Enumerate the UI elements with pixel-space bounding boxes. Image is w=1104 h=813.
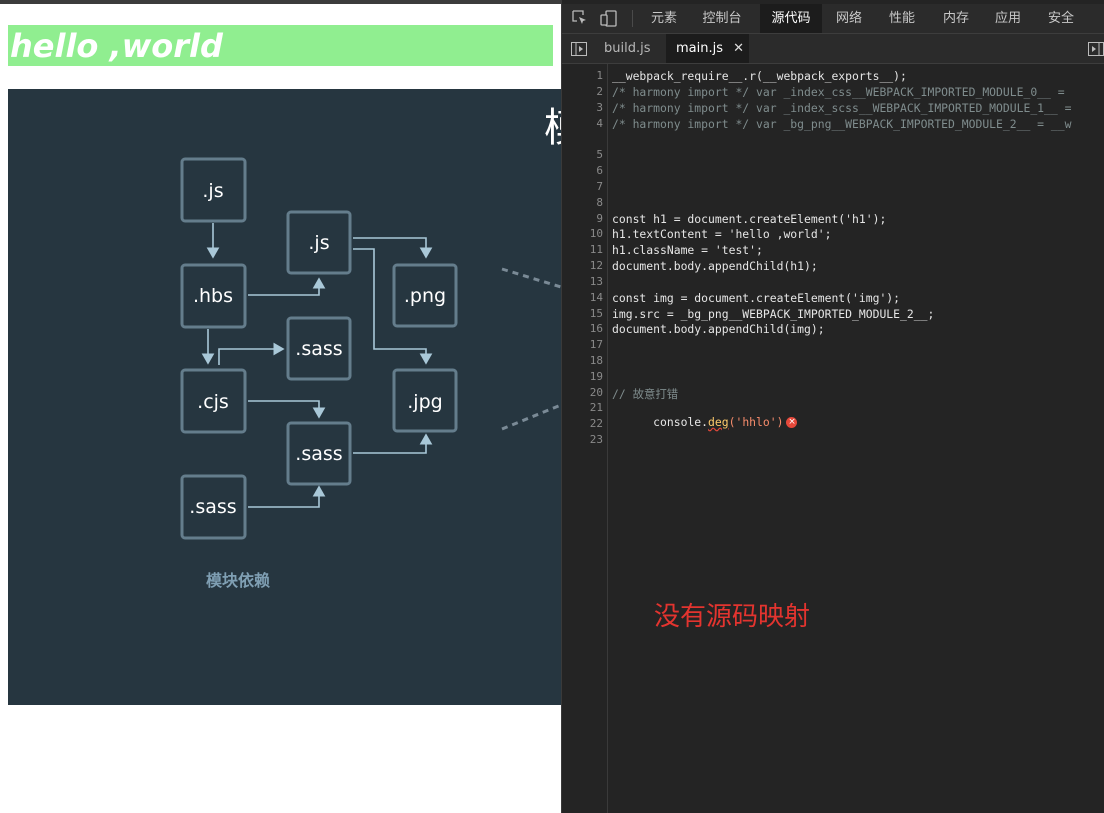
node-sass-3: .sass xyxy=(180,474,247,540)
line-number: 3 xyxy=(596,101,603,114)
devtools-tab-bar: 元素 控制台 源代码 网络 性能 内存 应用 安全 xyxy=(562,4,1104,34)
line-number: 16 xyxy=(589,322,603,335)
annotation-no-source-map: 没有源码映射 xyxy=(654,602,811,632)
module-dependency-image: .js .js .hbs .png .sass .cjs .jpg .sass xyxy=(8,89,561,705)
line-number: 7 xyxy=(596,180,603,193)
error-icon[interactable]: × xyxy=(786,417,798,428)
line-number: 5 xyxy=(596,148,603,161)
node-label: .cjs xyxy=(197,391,229,413)
code-line-15: const img = document.createElement('img'… xyxy=(612,291,901,305)
tab-sources[interactable]: 源代码 xyxy=(760,4,822,33)
code-line-21: // 故意打错 xyxy=(612,387,679,401)
line-number: 4 xyxy=(596,117,603,130)
code-line-3: /* harmony import */ var _index_scss__WE… xyxy=(612,101,1079,115)
node-label: .jpg xyxy=(407,391,442,413)
line-number: 13 xyxy=(589,275,603,288)
node-label: .js xyxy=(308,232,329,254)
node-label: .sass xyxy=(189,496,236,518)
line-number: 1 xyxy=(596,69,603,82)
code-line-17: document.body.appendChild(img); xyxy=(612,322,825,336)
line-number: 20 xyxy=(589,386,603,399)
code-segment: ('hhlo') xyxy=(728,415,784,429)
tab-network[interactable]: 网络 xyxy=(828,4,870,33)
code-line-12: h1.className = 'test'; xyxy=(612,243,763,257)
toggle-debugger-icon[interactable] xyxy=(1088,41,1104,56)
file-tab-bar: build.js main.js ✕ xyxy=(562,34,1104,64)
code-segment: console. xyxy=(653,415,709,429)
line-number: 21 xyxy=(589,401,603,414)
file-tab-label: main.js xyxy=(676,41,723,56)
file-tab-main-js[interactable]: main.js ✕ xyxy=(666,34,749,63)
tab-memory[interactable]: 内存 xyxy=(934,4,978,33)
line-number: 15 xyxy=(589,307,603,320)
tab-security[interactable]: 安全 xyxy=(1039,4,1083,33)
node-label: .png xyxy=(404,285,446,307)
connector-lines xyxy=(201,223,561,508)
tab-application[interactable]: 应用 xyxy=(986,4,1030,33)
line-number: 14 xyxy=(589,291,603,304)
diagram-caption: 模块依赖 xyxy=(206,571,270,590)
file-tab-build-js[interactable]: build.js xyxy=(596,34,658,63)
line-number: 23 xyxy=(589,433,603,446)
node-label: .sass xyxy=(295,443,342,465)
code-line-4: /* harmony import */ var _bg_png__WEBPAC… xyxy=(612,117,1072,131)
diagram-title-partial: 模 xyxy=(544,105,561,151)
line-number: 6 xyxy=(596,164,603,177)
toggle-navigator-icon[interactable] xyxy=(571,41,587,56)
node-hbs: .hbs xyxy=(180,263,247,329)
code-editor[interactable]: 1 2 3 4 5 6 7 8 9 10 11 12 13 14 15 16 1… xyxy=(562,64,1104,813)
code-line-11: h1.textContent = 'hello ,world'; xyxy=(612,227,832,241)
line-number: 2 xyxy=(596,85,603,98)
page-heading-text: hello ,world xyxy=(10,27,223,65)
line-number: 9 xyxy=(596,212,603,225)
code-line-16: img.src = _bg_png__WEBPACK_IMPORTED_MODU… xyxy=(612,307,935,321)
line-number: 22 xyxy=(589,417,603,430)
line-number: 12 xyxy=(589,259,603,272)
tab-elements[interactable]: 元素 xyxy=(642,4,686,33)
node-js-2: .js xyxy=(286,210,352,275)
node-label: .hbs xyxy=(193,285,233,307)
hello-heading: hello ,world xyxy=(8,25,553,66)
dependency-diagram-svg: .js .js .hbs .png .sass .cjs .jpg .sass xyxy=(180,105,561,590)
inspect-icon[interactable] xyxy=(572,10,588,26)
line-number: 8 xyxy=(596,196,603,209)
line-number: 17 xyxy=(589,338,603,351)
code-line-13: document.body.appendChild(h1); xyxy=(612,259,818,273)
node-png: .png xyxy=(392,263,458,328)
code-line-10: const h1 = document.createElement('h1'); xyxy=(612,212,887,226)
line-number-gutter: 1 2 3 4 5 6 7 8 9 10 11 12 13 14 15 16 1… xyxy=(562,64,608,813)
node-jpg: .jpg xyxy=(392,368,458,433)
node-sass-2: .sass xyxy=(286,421,352,486)
node-cjs: .cjs xyxy=(180,368,247,434)
node-label: .js xyxy=(202,180,223,202)
tab-performance[interactable]: 性能 xyxy=(880,4,924,33)
error-token: deg xyxy=(708,415,729,429)
line-number: 11 xyxy=(589,243,603,256)
line-number: 10 xyxy=(589,227,603,240)
devtools-panel: 元素 控制台 源代码 网络 性能 内存 应用 安全 build.js main.… xyxy=(561,0,1104,813)
code-line-22: console.deg('hhlo') × xyxy=(612,401,798,443)
code-line-1: __webpack_require__.r(__webpack_exports_… xyxy=(612,69,907,83)
top-border xyxy=(0,0,561,4)
node-label: .sass xyxy=(295,338,342,360)
divider xyxy=(632,10,633,27)
code-line-2: /* harmony import */ var _index_css__WEB… xyxy=(612,85,1072,99)
device-toggle-icon[interactable] xyxy=(600,10,618,27)
close-icon[interactable]: ✕ xyxy=(733,41,744,56)
tab-console[interactable]: 控制台 xyxy=(694,4,750,33)
node-js-1: .js xyxy=(180,157,247,223)
line-number: 19 xyxy=(589,370,603,383)
line-number: 18 xyxy=(589,354,603,367)
node-sass-1: .sass xyxy=(286,316,352,381)
